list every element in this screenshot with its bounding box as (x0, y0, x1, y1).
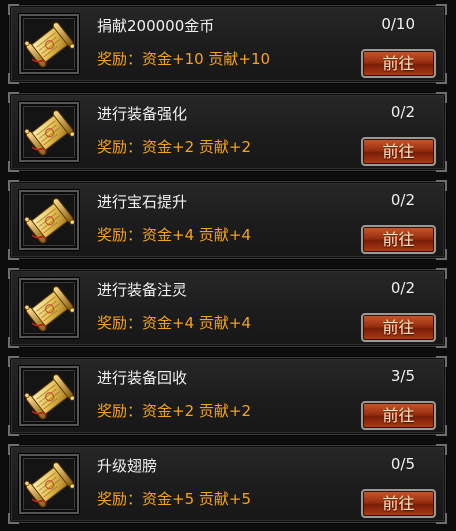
task-card: 进行宝石提升 0/2 奖励：资金+4 贡献+4 前往 (8, 180, 447, 260)
card-corner (8, 444, 19, 455)
card-corner (8, 356, 19, 367)
task-card: 进行装备回收 3/5 奖励：资金+2 贡献+2 前往 (8, 356, 447, 436)
card-corner (8, 268, 19, 279)
card-corner (436, 444, 447, 455)
task-reward: 奖励：资金+10 贡献+10 (97, 50, 271, 68)
card-corner (8, 161, 19, 172)
card-corner (436, 161, 447, 172)
task-title: 进行宝石提升 (97, 193, 188, 211)
go-button[interactable]: 前往 (361, 489, 436, 518)
card-corner (8, 249, 19, 260)
task-title: 捐献200000金币 (97, 17, 215, 35)
card-corner (436, 337, 447, 348)
task-card: 进行装备注灵 0/2 奖励：资金+4 贡献+4 前往 (8, 268, 447, 348)
task-reward: 奖励：资金+4 贡献+4 (97, 226, 251, 244)
card-corner (8, 337, 19, 348)
card-corner (436, 4, 447, 15)
task-card: 捐献200000金币 0/10 奖励：资金+10 贡献+10 前往 (8, 4, 447, 84)
card-corner (8, 425, 19, 436)
task-card: 升级翅膀 0/5 奖励：资金+5 贡献+5 前往 (8, 444, 447, 524)
task-reward: 奖励：资金+2 贡献+2 (97, 402, 251, 420)
task-title: 进行装备回收 (97, 369, 188, 387)
task-reward: 奖励：资金+4 贡献+4 (97, 314, 251, 332)
card-corner (436, 180, 447, 191)
card-corner (8, 180, 19, 191)
scroll-icon (19, 190, 79, 250)
task-title: 进行装备注灵 (97, 281, 188, 299)
card-corner (436, 425, 447, 436)
scroll-icon (19, 102, 79, 162)
card-corner (8, 73, 19, 84)
scroll-icon (19, 366, 79, 426)
card-corner (436, 513, 447, 524)
task-progress: 0/2 (390, 191, 415, 209)
card-corner (436, 268, 447, 279)
task-reward: 奖励：资金+2 贡献+2 (97, 138, 251, 156)
card-corner (436, 92, 447, 103)
scroll-icon (19, 14, 79, 74)
card-corner (8, 92, 19, 103)
task-progress: 0/2 (390, 279, 415, 297)
go-button[interactable]: 前往 (361, 313, 436, 342)
task-list: 捐献200000金币 0/10 奖励：资金+10 贡献+10 前往 进行装备强化… (0, 0, 456, 531)
scroll-icon (19, 454, 79, 514)
scroll-icon (19, 278, 79, 338)
card-corner (436, 73, 447, 84)
task-progress: 0/10 (381, 15, 415, 33)
card-corner (8, 513, 19, 524)
task-reward: 奖励：资金+5 贡献+5 (97, 490, 251, 508)
task-progress: 0/2 (390, 103, 415, 121)
task-title: 进行装备强化 (97, 105, 188, 123)
task-progress: 3/5 (390, 367, 415, 385)
task-card: 进行装备强化 0/2 奖励：资金+2 贡献+2 前往 (8, 92, 447, 172)
task-progress: 0/5 (390, 455, 415, 473)
go-button[interactable]: 前往 (361, 137, 436, 166)
task-title: 升级翅膀 (97, 457, 158, 475)
go-button[interactable]: 前往 (361, 49, 436, 78)
card-corner (436, 356, 447, 367)
go-button[interactable]: 前往 (361, 401, 436, 430)
card-corner (436, 249, 447, 260)
card-corner (8, 4, 19, 15)
go-button[interactable]: 前往 (361, 225, 436, 254)
